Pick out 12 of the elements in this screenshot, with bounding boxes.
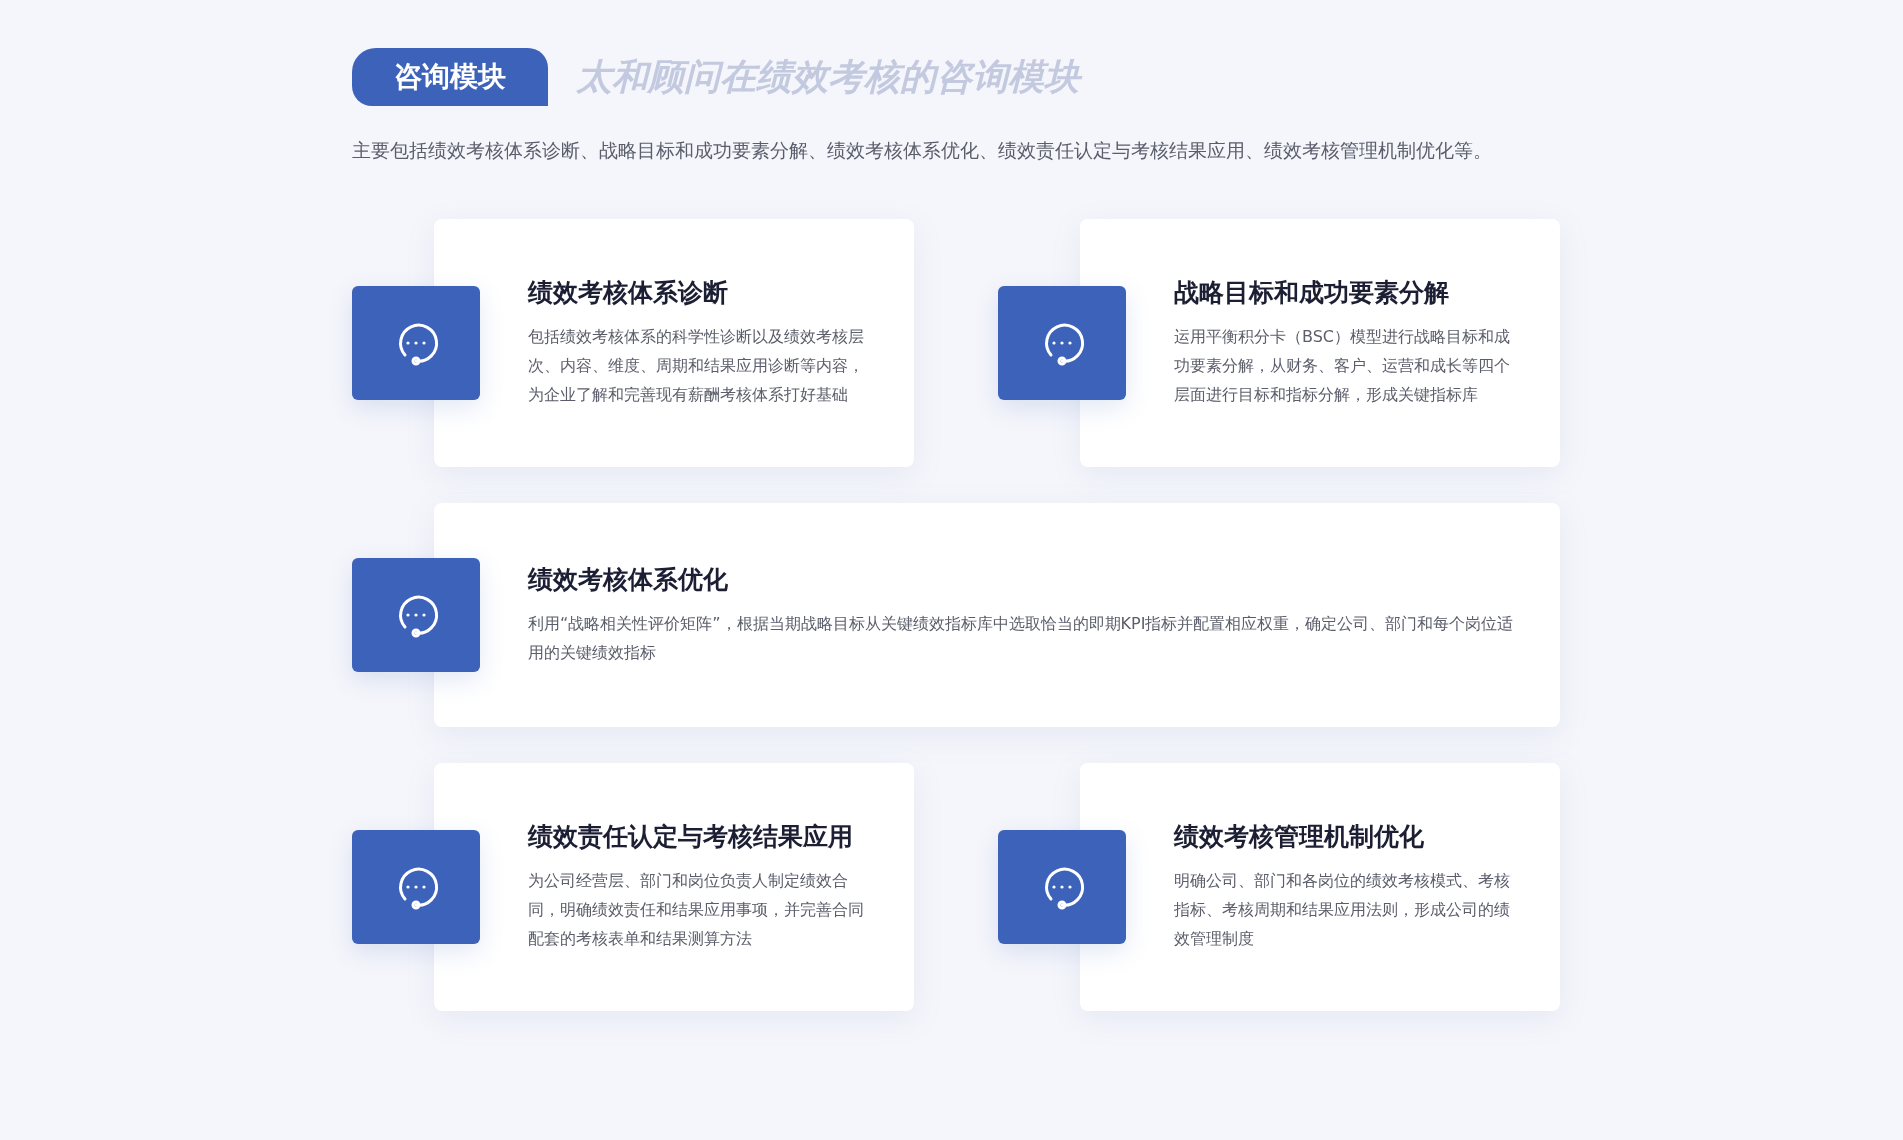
card-description: 运用平衡积分卡（BSC）模型进行战略目标和成功要素分解，从财务、客户、运营和成长等四个层面进行目标和指标分解，形成关键指标库 bbox=[1174, 326, 1512, 406]
card-title: 绩效考核体系诊断 bbox=[528, 278, 729, 308]
card-description: 包括绩效考核体系的科学性诊断以及绩效考核层次、内容、维度、周期和结果应用诊断等内容，为企业了解和完善现有薪酬考核体系打好基础 bbox=[528, 326, 865, 406]
card-description: 明确公司、部门和各岗位的绩效考核模式、考核指标、考核周期和结果应用法则，形成公司的绩效管理制度 bbox=[1174, 870, 1511, 950]
card-title: 绩效考核体系优化 bbox=[528, 564, 729, 595]
card-title: 绩效责任认定与考核结果应用 bbox=[528, 822, 854, 852]
section-tag: 咨询模块 bbox=[352, 48, 548, 106]
card-description: 为公司经营层、部门和岗位负责人制定绩效合同，明确绩效责任和结果应用事项，并完善合同配套的考核表单和结果测算方法 bbox=[528, 870, 865, 950]
card-title: 绩效考核管理机制优化 bbox=[1174, 822, 1425, 852]
card-title: 战略目标和成功要素分解 bbox=[1174, 278, 1450, 308]
section-description: 主要包括绩效考核体系诊断、战略目标和成功要素分解、绩效考核体系优化、绩效责任认定与考核结果应用、绩效考核管理机制优化等。 bbox=[352, 138, 1493, 163]
card-description: 利用“战略相关性评价矩阵”，根据当期战略目标从关键绩效指标库中选取恰当的即期KPI指标并配置相应权重，确定公司、部门和每个岗位适用的关键绩效指标 bbox=[528, 612, 1514, 664]
